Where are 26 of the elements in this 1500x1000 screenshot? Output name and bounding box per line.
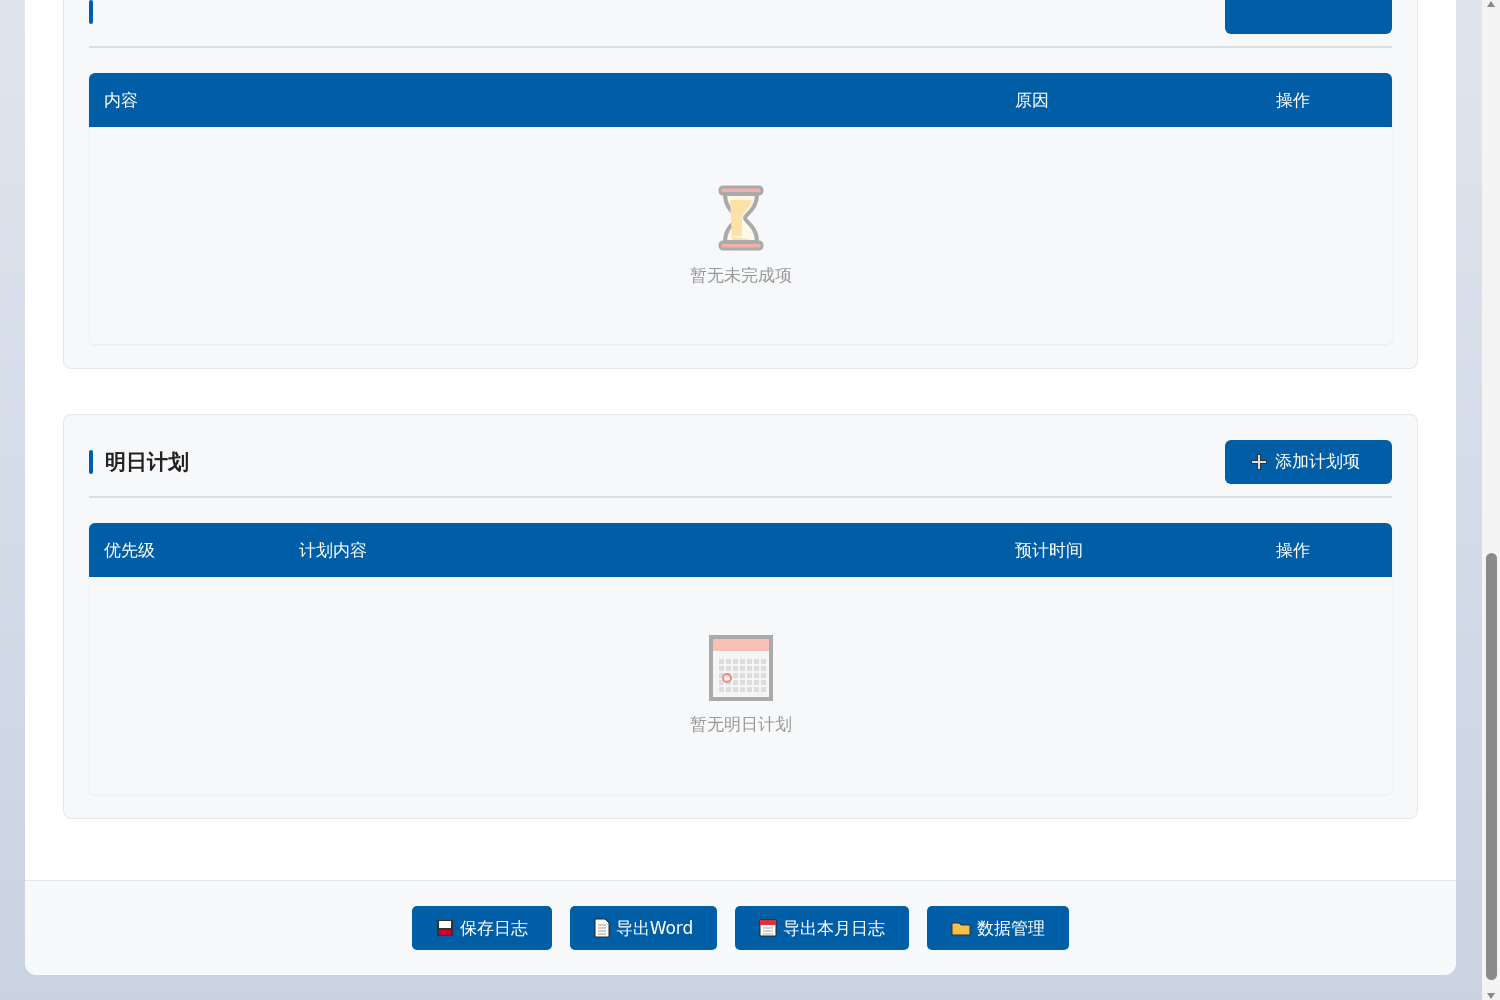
footer-button[interactable]: 数据管理 (927, 906, 1070, 950)
footer-button[interactable]: 导出本月日志 (735, 906, 910, 950)
calendar-icon (708, 635, 773, 701)
section-title: 明日计划 (105, 448, 189, 476)
column-header: 内容 (104, 89, 138, 110)
hourglass-icon (716, 184, 765, 252)
calendar-icon (759, 919, 778, 937)
scroll-up-icon[interactable] (1486, 0, 1496, 8)
scrollbar[interactable] (1482, 0, 1500, 1000)
column-header: 原因 (1015, 89, 1049, 110)
scroll-down-icon[interactable] (1486, 992, 1496, 1000)
column-header: 操作 (1276, 89, 1310, 110)
title-accent-bar (89, 0, 93, 24)
document-icon (593, 918, 610, 938)
footer-button[interactable]: 保存日志 (411, 906, 552, 950)
empty-state-text: 暂无明日计划 (689, 713, 792, 736)
plus-icon (1249, 451, 1269, 472)
folder-icon (951, 920, 972, 936)
add-button[interactable]: 添加计划项 (1225, 439, 1392, 484)
column-header: 计划内容 (299, 539, 367, 560)
column-header: 操作 (1276, 539, 1310, 560)
column-header: 优先级 (104, 539, 155, 560)
empty-state-text: 暂无未完成项 (689, 264, 792, 287)
column-header: 预计时间 (1015, 539, 1083, 560)
title-accent-bar (89, 449, 93, 474)
footer-button[interactable]: 导出Word (569, 906, 718, 950)
